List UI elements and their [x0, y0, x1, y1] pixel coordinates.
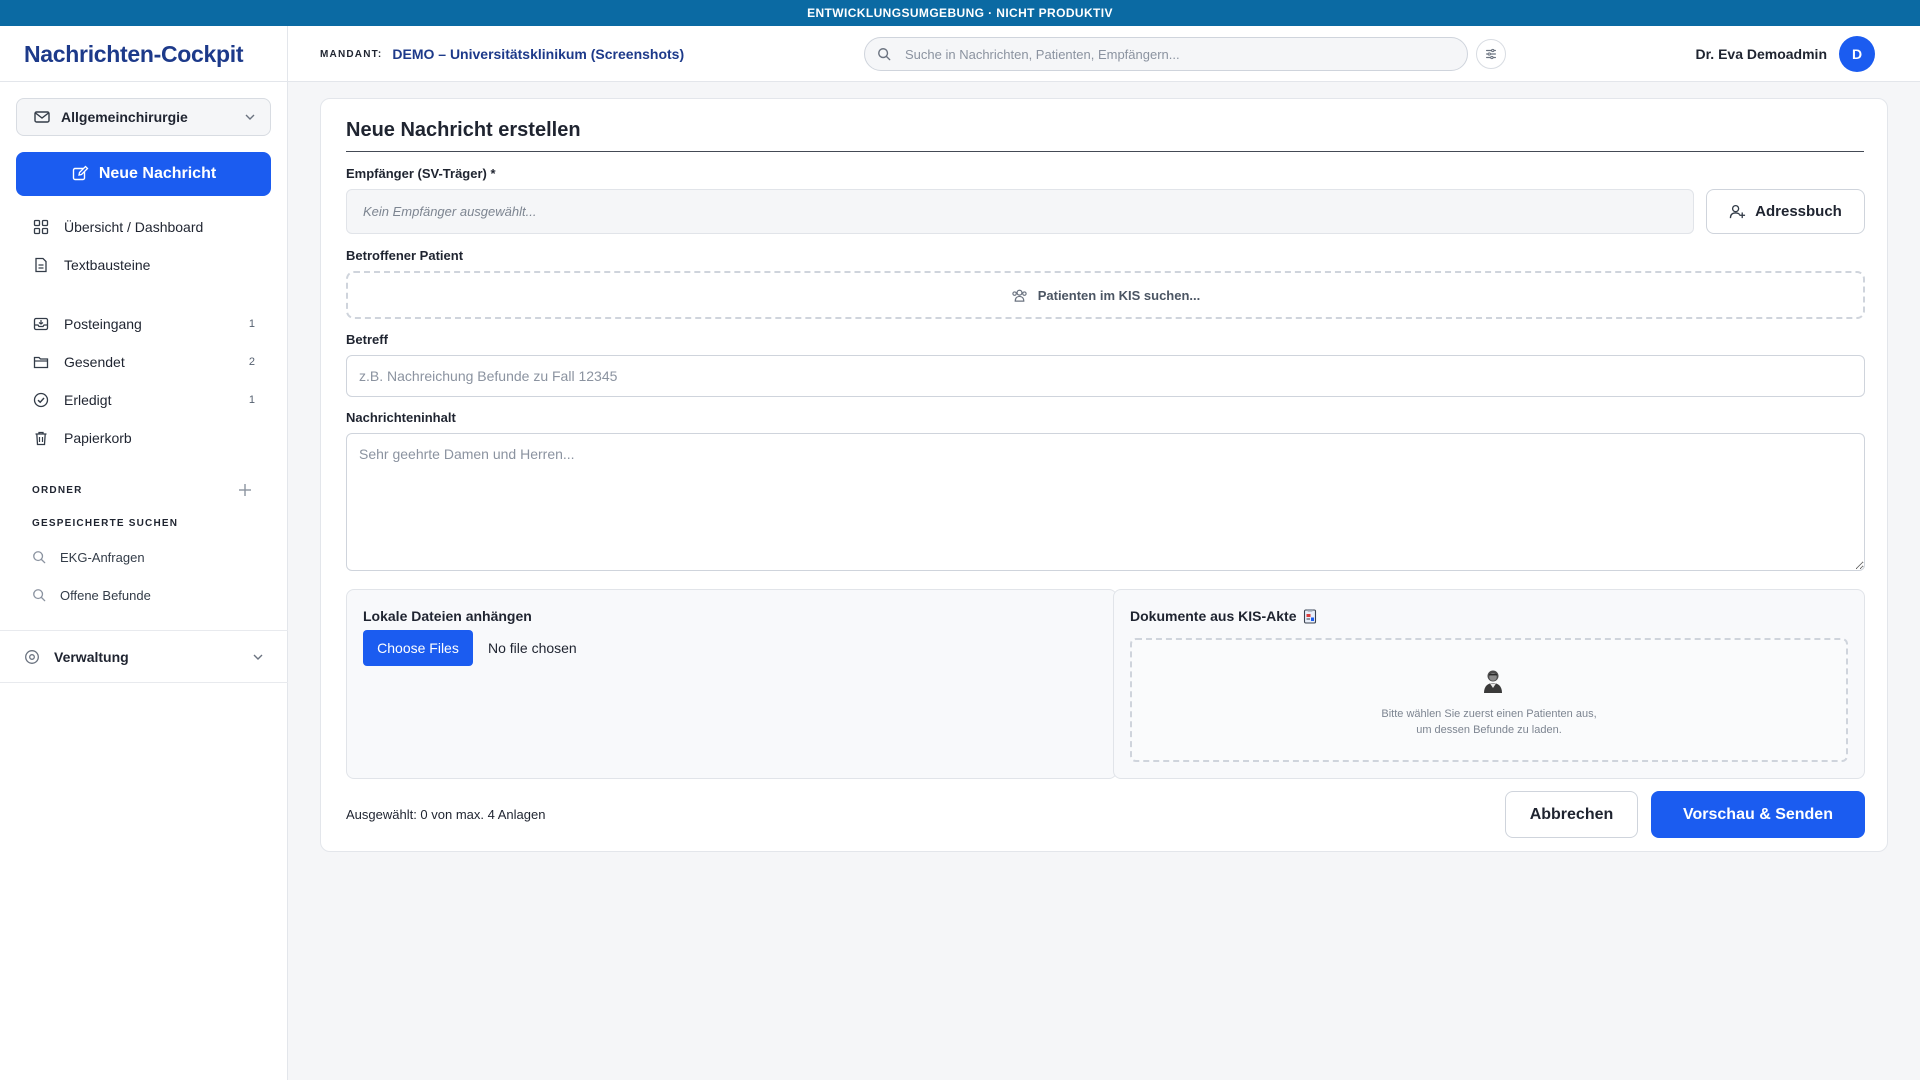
- nav-boxes: Posteingang 1 Gesendet 2 Erledigt 1 Papi…: [16, 305, 271, 457]
- check-circle-icon: [32, 391, 50, 409]
- kis-hint: Bitte wählen Sie zuerst einen Patienten …: [1132, 706, 1846, 738]
- patient-search-label: Patienten im KIS suchen...: [1037, 287, 1201, 303]
- chevron-down-icon: [253, 654, 263, 660]
- sidebar: Allgemeinchirurgie Neue Nachricht Übersi…: [0, 82, 288, 1080]
- nav-item-dashboard[interactable]: Übersicht / Dashboard: [16, 208, 271, 246]
- mandant-value: DEMO – Universitätsklinikum (Screenshots…: [392, 46, 685, 62]
- doctor-icon: [1484, 670, 1502, 693]
- nav-item-label: Papierkorb: [64, 430, 132, 446]
- nav-item-label: Gesendet: [64, 354, 125, 370]
- saved-search-label: EKG-Anfragen: [60, 549, 145, 565]
- address-book-label: Adressbuch: [1755, 203, 1842, 220]
- nav-item-textbausteine[interactable]: Textbausteine: [16, 246, 271, 284]
- trash-icon: [32, 429, 50, 447]
- users-icon: [1012, 289, 1027, 302]
- search-icon: [33, 551, 46, 564]
- kis-documents-label: Dokumente aus KIS-Akte: [1130, 608, 1297, 624]
- title-divider: [346, 151, 1864, 152]
- edit-icon: [72, 165, 89, 181]
- recipient-field[interactable]: Kein Empfänger ausgewählt...: [346, 189, 1694, 234]
- search-input[interactable]: [905, 46, 1425, 62]
- mandant-label: MANDANT:: [320, 48, 383, 60]
- search-icon: [878, 48, 891, 61]
- kis-documents-dropzone: Bitte wählen Sie zuerst einen Patienten …: [1130, 638, 1848, 762]
- nav-item-label: Textbausteine: [64, 257, 151, 273]
- nav-item-count: 1: [248, 394, 255, 406]
- nav-item-count: 2: [248, 356, 255, 368]
- saved-search-item[interactable]: Offene Befunde: [16, 576, 271, 614]
- saved-searches-list: EKG-Anfragen Offene Befunde: [16, 538, 271, 614]
- kis-hint-line: um dessen Befunde zu laden.: [1416, 724, 1562, 736]
- kis-documents-title: Dokumente aus KIS-Akte: [1130, 608, 1318, 624]
- recipient-label: Empfänger (SV-Träger) *: [346, 166, 496, 181]
- message-body-textarea[interactable]: [346, 433, 1865, 571]
- preview-send-button[interactable]: Vorschau & Senden: [1651, 791, 1865, 838]
- department-select[interactable]: Allgemeinchirurgie: [16, 98, 271, 136]
- mandant-info: MANDANT: DEMO – Universitätsklinikum (Sc…: [320, 26, 684, 82]
- nav-item-label: Erledigt: [64, 392, 112, 408]
- saved-search-label: Offene Befunde: [60, 587, 151, 603]
- nav-item-papierkorb[interactable]: Papierkorb: [16, 419, 271, 457]
- subject-input[interactable]: [346, 355, 1865, 397]
- address-book-button[interactable]: Adressbuch: [1706, 189, 1865, 234]
- local-files-title: Lokale Dateien anhängen: [363, 608, 532, 624]
- saved-search-item[interactable]: EKG-Anfragen: [16, 538, 271, 576]
- new-message-label: Neue Nachricht: [98, 165, 217, 182]
- nav-item-label: Übersicht / Dashboard: [64, 219, 204, 235]
- nav-top: Übersicht / Dashboard Textbausteine: [16, 208, 271, 284]
- clipboard-icon: [1304, 609, 1317, 624]
- add-user-icon: [1729, 204, 1746, 219]
- department-label: Allgemeinchirurgie: [61, 109, 188, 125]
- gear-icon: [25, 649, 39, 664]
- search-icon: [33, 589, 46, 602]
- page-title: Neue Nachricht erstellen: [346, 119, 581, 141]
- folders-section-label: ORDNER: [32, 485, 83, 496]
- body-label: Nachrichteninhalt: [346, 410, 456, 425]
- nav-item-erledigt[interactable]: Erledigt 1: [16, 381, 271, 419]
- kis-hint-line: Bitte wählen Sie zuerst einen Patienten …: [1381, 708, 1597, 720]
- inbox-icon: [32, 315, 50, 333]
- new-message-button[interactable]: Neue Nachricht: [16, 152, 271, 196]
- sliders-icon: [1486, 48, 1496, 60]
- file-status: No file chosen: [488, 640, 577, 656]
- nav-item-count: 1: [248, 318, 255, 330]
- subject-label: Betreff: [346, 332, 388, 347]
- dashboard-icon: [32, 218, 50, 236]
- patient-label: Betroffener Patient: [346, 248, 464, 263]
- patient-search-button[interactable]: Patienten im KIS suchen...: [346, 271, 1865, 319]
- local-files-panel: Lokale Dateien anhängen Choose Files No …: [346, 589, 1117, 779]
- admin-section-toggle[interactable]: Verwaltung: [0, 631, 288, 683]
- document-icon: [32, 256, 50, 274]
- add-folder-button[interactable]: [234, 479, 256, 501]
- chevron-down-icon: [245, 114, 255, 120]
- choose-files-button[interactable]: Choose Files: [363, 630, 473, 666]
- global-search[interactable]: [864, 37, 1468, 71]
- nav-item-gesendet[interactable]: Gesendet 2: [16, 343, 271, 381]
- plus-icon: [239, 484, 251, 496]
- environment-banner: ENTWICKLUNGSUMGEBUNG · NICHT PRODUKTIV: [0, 0, 1920, 26]
- compose-card: Neue Nachricht erstellen Empfänger (SV-T…: [320, 98, 1888, 852]
- app-title[interactable]: Nachrichten-Cockpit: [0, 26, 288, 82]
- nav-item-label: Posteingang: [64, 316, 142, 332]
- attachment-count: Ausgewählt: 0 von max. 4 Anlagen: [346, 807, 546, 822]
- cancel-button[interactable]: Abbrechen: [1505, 791, 1638, 838]
- avatar[interactable]: D: [1839, 36, 1875, 72]
- mail-icon: [34, 111, 50, 123]
- saved-searches-section-label: GESPEICHERTE SUCHEN: [32, 518, 179, 529]
- top-bar: Nachrichten-Cockpit MANDANT: DEMO – Univ…: [0, 26, 1920, 82]
- kis-documents-panel: Dokumente aus KIS-Akte Bitte wählen Sie …: [1113, 589, 1865, 779]
- folder-icon: [32, 353, 50, 371]
- nav-item-posteingang[interactable]: Posteingang 1: [16, 305, 271, 343]
- user-name[interactable]: Dr. Eva Demoadmin: [1696, 26, 1828, 82]
- admin-label: Verwaltung: [54, 648, 129, 665]
- filter-button[interactable]: [1476, 39, 1506, 69]
